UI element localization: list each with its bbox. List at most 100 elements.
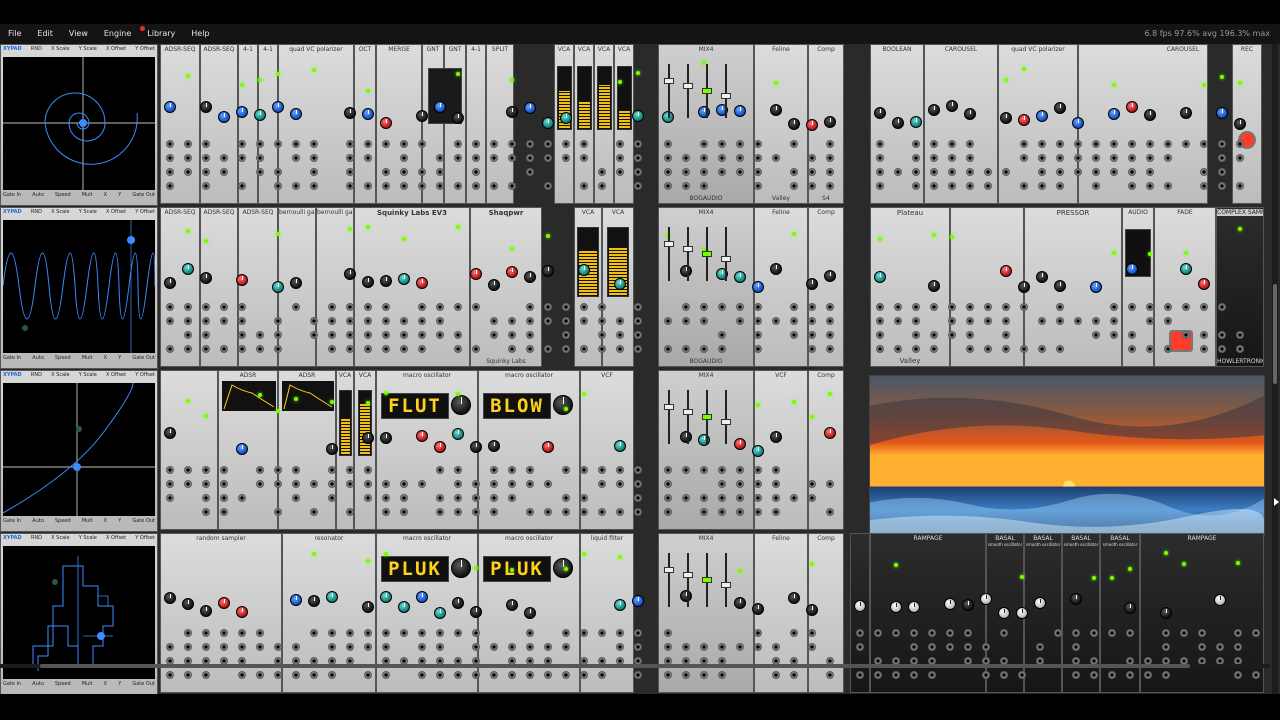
carousel-module[interactable]: CAROUSEL <box>1078 44 1208 204</box>
patch-jack[interactable] <box>1200 331 1208 339</box>
patch-jack[interactable] <box>382 480 390 488</box>
patch-jack[interactable] <box>754 317 762 325</box>
patch-jack[interactable] <box>562 331 570 339</box>
patch-jack[interactable] <box>184 331 192 339</box>
parameter-knob[interactable] <box>1018 114 1030 126</box>
patch-jack[interactable] <box>526 345 534 353</box>
patch-jack[interactable] <box>700 494 708 502</box>
patch-jack[interactable] <box>292 154 300 162</box>
patch-jack[interactable] <box>166 494 174 502</box>
patch-jack[interactable] <box>202 494 210 502</box>
patch-jack[interactable] <box>616 317 624 325</box>
patch-jack[interactable] <box>1234 629 1242 637</box>
parameter-knob[interactable] <box>344 268 356 280</box>
patch-jack[interactable] <box>700 140 708 148</box>
patch-jack[interactable] <box>454 154 462 162</box>
patch-jack[interactable] <box>454 494 462 502</box>
patch-jack[interactable] <box>346 317 354 325</box>
patch-jack[interactable] <box>472 140 480 148</box>
parameter-knob[interactable] <box>380 432 392 444</box>
patch-jack[interactable] <box>544 182 552 190</box>
patch-jack[interactable] <box>256 629 264 637</box>
patch-jack[interactable] <box>1128 331 1136 339</box>
patch-jack[interactable] <box>436 629 444 637</box>
patch-jack[interactable] <box>1074 317 1082 325</box>
patch-jack[interactable] <box>472 480 480 488</box>
basal-module[interactable]: BASAL smooth oscillator <box>1100 533 1140 693</box>
patch-jack[interactable] <box>238 317 246 325</box>
menu-library[interactable]: Library <box>139 24 183 44</box>
patch-jack[interactable] <box>364 140 372 148</box>
patch-jack[interactable] <box>808 643 816 651</box>
patch-jack[interactable] <box>1216 643 1224 651</box>
patch-jack[interactable] <box>856 671 864 679</box>
patch-jack[interactable] <box>790 629 798 637</box>
patch-jack[interactable] <box>664 508 672 516</box>
comp-module[interactable]: Comp <box>808 370 844 530</box>
parameter-knob[interactable] <box>290 594 302 606</box>
parameter-knob[interactable] <box>614 599 626 611</box>
patch-jack[interactable] <box>346 508 354 516</box>
parameter-knob[interactable] <box>272 281 284 293</box>
patch-jack[interactable] <box>664 317 672 325</box>
parameter-knob[interactable] <box>164 592 176 604</box>
patch-jack[interactable] <box>984 317 992 325</box>
patch-jack[interactable] <box>454 303 462 311</box>
patch-jack[interactable] <box>364 331 372 339</box>
parameter-knob[interactable] <box>1070 593 1082 605</box>
patch-jack[interactable] <box>1110 140 1118 148</box>
patch-jack[interactable] <box>292 140 300 148</box>
basal-module[interactable]: BASAL smooth oscillator <box>1062 533 1100 693</box>
patch-jack[interactable] <box>700 182 708 190</box>
parameter-knob[interactable] <box>416 430 428 442</box>
parameter-knob[interactable] <box>980 593 992 605</box>
patch-jack[interactable] <box>912 168 920 176</box>
patch-jack[interactable] <box>490 480 498 488</box>
patch-jack[interactable] <box>238 629 246 637</box>
patch-jack[interactable] <box>826 182 834 190</box>
parameter-knob[interactable] <box>1036 271 1048 283</box>
patch-jack[interactable] <box>1218 168 1226 176</box>
patch-jack[interactable] <box>364 154 372 162</box>
patch-jack[interactable] <box>912 303 920 311</box>
parameter-knob[interactable] <box>524 102 536 114</box>
patch-jack[interactable] <box>364 494 372 502</box>
patch-jack[interactable] <box>700 154 708 162</box>
parameter-knob[interactable] <box>1090 281 1102 293</box>
patch-jack[interactable] <box>1128 154 1136 162</box>
patch-jack[interactable] <box>948 303 956 311</box>
patch-jack[interactable] <box>1198 629 1206 637</box>
parameter-knob[interactable] <box>164 277 176 289</box>
patch-jack[interactable] <box>754 168 762 176</box>
patch-jack[interactable] <box>1056 168 1064 176</box>
patch-jack[interactable] <box>310 671 318 679</box>
patch-jack[interactable] <box>754 182 762 190</box>
patch-jack[interactable] <box>166 466 174 474</box>
patch-jack[interactable] <box>220 317 228 325</box>
parameter-knob[interactable] <box>452 597 464 609</box>
parameter-knob[interactable] <box>854 600 866 612</box>
parameter-knob[interactable] <box>542 117 554 129</box>
patch-jack[interactable] <box>364 629 372 637</box>
patch-jack[interactable] <box>736 466 744 474</box>
patch-jack[interactable] <box>562 671 570 679</box>
patch-jack[interactable] <box>454 629 462 637</box>
patch-jack[interactable] <box>544 671 552 679</box>
patch-jack[interactable] <box>166 671 174 679</box>
patch-jack[interactable] <box>912 182 920 190</box>
patch-jack[interactable] <box>1182 331 1190 339</box>
patch-jack[interactable] <box>634 140 642 148</box>
macro-oscillator-module[interactable]: macro oscillator PLUK <box>376 533 478 693</box>
patch-jack[interactable] <box>580 303 588 311</box>
patch-jack[interactable] <box>966 168 974 176</box>
parameter-knob[interactable] <box>416 110 428 122</box>
patch-jack[interactable] <box>912 140 920 148</box>
patch-jack[interactable] <box>754 140 762 148</box>
patch-jack[interactable] <box>1218 154 1226 162</box>
parameter-knob[interactable] <box>326 443 338 455</box>
patch-jack[interactable] <box>894 168 902 176</box>
patch-jack[interactable] <box>808 629 816 637</box>
patch-jack[interactable] <box>526 303 534 311</box>
patch-jack[interactable] <box>634 303 642 311</box>
patch-jack[interactable] <box>1038 317 1046 325</box>
